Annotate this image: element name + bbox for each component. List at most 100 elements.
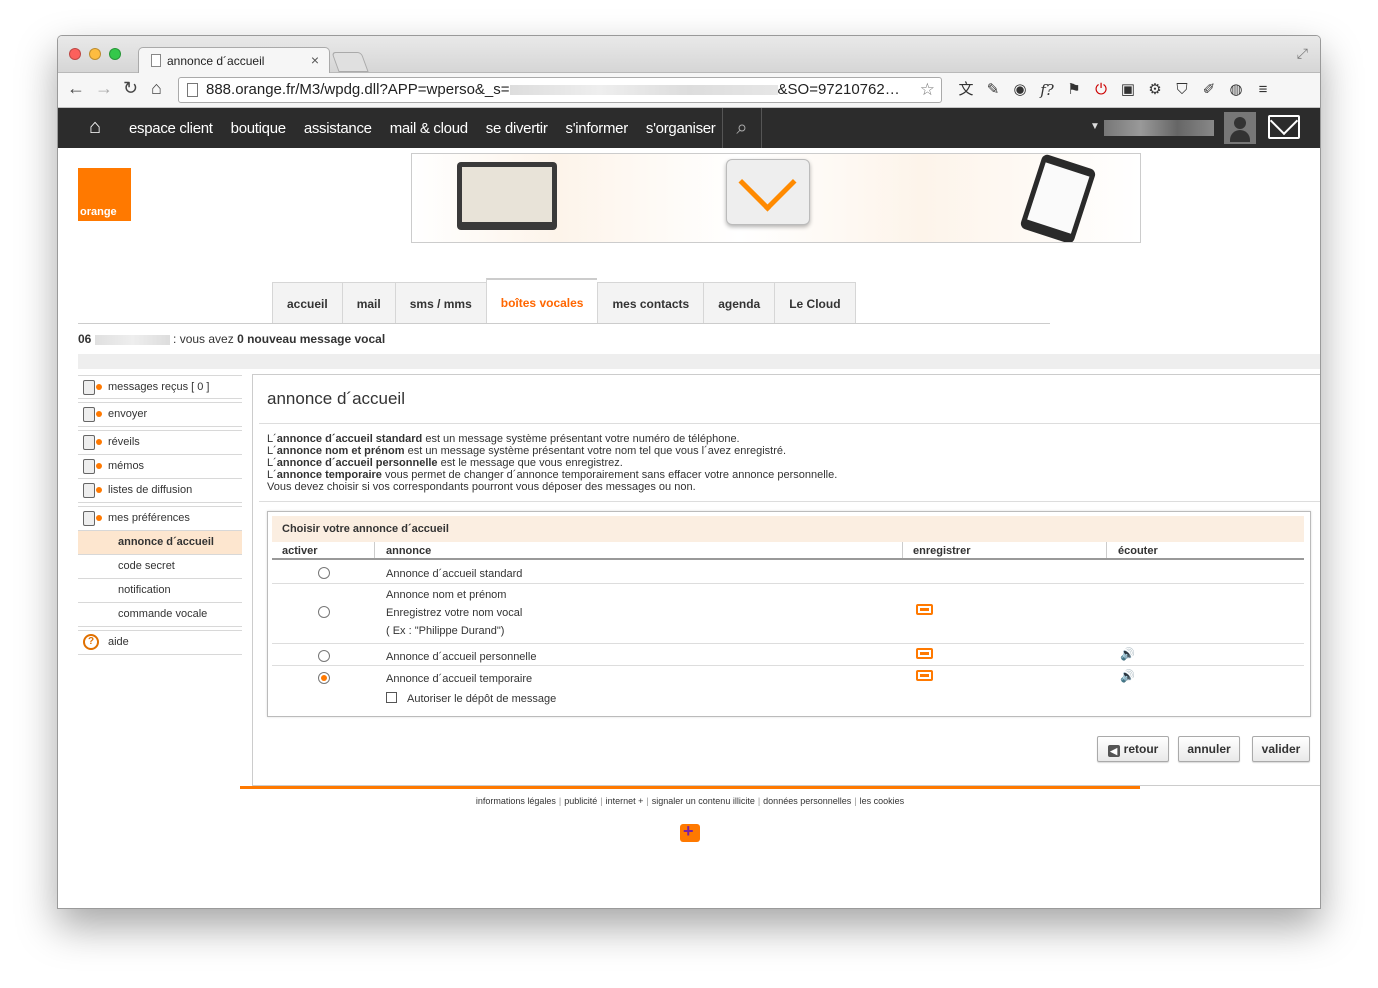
- search-icon[interactable]: ⌕: [722, 108, 762, 148]
- topnav-item[interactable]: assistance: [304, 120, 372, 137]
- radio-temporaire[interactable]: [318, 672, 330, 684]
- radio-nom-prenom[interactable]: [318, 606, 330, 618]
- desc-line: L´annonce nom et prénom est un message s…: [267, 445, 787, 457]
- address-bar[interactable]: 888.orange.fr/M3/wpdg.dll?APP=wperso&_s=…: [178, 77, 942, 103]
- column-header: écouter: [1118, 545, 1158, 557]
- browser-toolbar: ← → ↻ ⌂ 888.orange.fr/M3/wpdg.dll?APP=wp…: [58, 73, 1320, 108]
- close-window-button[interactable]: [69, 48, 81, 60]
- sidebar-subitem-code-secret[interactable]: code secret: [78, 555, 242, 579]
- sidebar-item-envoyer[interactable]: envoyer: [78, 403, 242, 427]
- sidebar-item-mes-preferences[interactable]: mes préférences: [78, 507, 242, 531]
- tab-title: annonce d´accueil: [167, 54, 265, 68]
- topnav-item[interactable]: espace client: [129, 120, 213, 137]
- orange-top-navigation: ⌂ espace client boutique assistance mail…: [58, 108, 1320, 148]
- sidebar-subitem-notification[interactable]: notification: [78, 579, 242, 603]
- sidebar-subitem-annonce-accueil[interactable]: annonce d´accueil: [78, 531, 242, 555]
- page-icon: [187, 83, 198, 97]
- record-icon[interactable]: [916, 648, 933, 659]
- tab-sms-mms[interactable]: sms / mms: [394, 282, 486, 324]
- sidebar-item-memos[interactable]: mémos: [78, 455, 242, 479]
- record-icon[interactable]: [916, 670, 933, 681]
- maximize-window-button[interactable]: [109, 48, 121, 60]
- footer-link[interactable]: données personnelles: [763, 796, 851, 806]
- radio-standard[interactable]: [318, 567, 330, 579]
- greeting-choice-box: Choisir votre annonce d´accueil activer …: [267, 511, 1311, 717]
- column-header: annonce: [386, 545, 432, 557]
- bookmark-star-icon[interactable]: ☆: [920, 80, 935, 100]
- forward-icon[interactable]: →: [95, 78, 113, 99]
- gear-icon[interactable]: ⚙: [1145, 80, 1165, 100]
- new-tab-button[interactable]: [331, 52, 369, 72]
- footer-link[interactable]: publicité: [564, 796, 597, 806]
- pen-icon[interactable]: ✐: [1199, 80, 1219, 100]
- topnav-item[interactable]: mail & cloud: [390, 120, 468, 137]
- extension-icons: 文 ✎ ◉ f? ⚑ ⏻ ▣ ⚙ ⛉ ✐ ◍ ≡: [956, 80, 1273, 100]
- function-icon[interactable]: f?: [1037, 80, 1057, 100]
- topnav-item[interactable]: se divertir: [486, 120, 548, 137]
- tab-accueil[interactable]: accueil: [272, 282, 342, 324]
- tab-boites-vocales[interactable]: boîtes vocales: [485, 278, 598, 324]
- mail-icon[interactable]: [1268, 115, 1300, 139]
- desc-line: L´annonce temporaire vous permet de chan…: [267, 469, 838, 481]
- sidebar-subitem-commande-vocale[interactable]: commande vocale: [78, 603, 242, 627]
- speaker-icon[interactable]: 🔊: [1120, 670, 1135, 682]
- minimize-window-button[interactable]: [89, 48, 101, 60]
- topnav-item[interactable]: s'informer: [566, 120, 629, 137]
- translate-icon[interactable]: 文: [956, 80, 976, 100]
- sidebar-item-reveils[interactable]: réveils: [78, 431, 242, 455]
- shield-icon[interactable]: ⛉: [1172, 80, 1192, 100]
- tab-le-cloud[interactable]: Le Cloud: [774, 282, 856, 324]
- column-header: enregistrer: [913, 545, 971, 557]
- envelope-illustration: [726, 159, 810, 225]
- table-header: activer annonce enregistrer écouter: [272, 542, 1304, 560]
- flag-icon[interactable]: ⚑: [1064, 80, 1084, 100]
- tab-mail[interactable]: mail: [341, 282, 395, 324]
- account-dropdown-icon[interactable]: ▼: [1090, 121, 1100, 132]
- sidebar-item-aide[interactable]: ? aide: [78, 631, 242, 655]
- speaker-icon[interactable]: 🔊: [1120, 648, 1135, 660]
- back-icon[interactable]: ←: [67, 78, 85, 99]
- tab-agenda[interactable]: agenda: [703, 282, 775, 324]
- close-tab-icon[interactable]: ×: [311, 52, 319, 68]
- sidebar-item-listes-diffusion[interactable]: listes de diffusion: [78, 479, 242, 503]
- tab-strip: annonce d´accueil × ⤢: [58, 36, 1320, 73]
- tools-icon: [83, 511, 102, 526]
- footer-link[interactable]: signaler un contenu illicite: [652, 796, 755, 806]
- topnav-item[interactable]: boutique: [231, 120, 286, 137]
- user-avatar-icon[interactable]: [1224, 112, 1256, 144]
- browser-window: annonce d´accueil × ⤢ ← → ↻ ⌂ 888.orange…: [57, 35, 1321, 909]
- sidebar-item-messages-recus[interactable]: messages reçus [ 0 ]: [78, 375, 242, 399]
- retour-button[interactable]: ◀ retour: [1097, 736, 1169, 762]
- topnav-item[interactable]: s'organiser: [646, 120, 716, 137]
- redacted-account-name[interactable]: [1104, 120, 1214, 136]
- phone-speaker-icon: [83, 380, 102, 395]
- browser-tab[interactable]: annonce d´accueil ×: [138, 47, 330, 73]
- home-icon[interactable]: ⌂: [89, 116, 111, 138]
- promo-banner[interactable]: [411, 153, 1141, 243]
- help-icon: ?: [83, 634, 99, 650]
- menu-icon[interactable]: ≡: [1253, 80, 1273, 100]
- topnav-items: espace client boutique assistance mail &…: [129, 108, 734, 148]
- home-icon[interactable]: ⌂: [151, 78, 162, 99]
- tab-mes-contacts[interactable]: mes contacts: [597, 282, 704, 324]
- mask-icon[interactable]: ◉: [1010, 80, 1030, 100]
- allow-message-checkbox[interactable]: [386, 692, 397, 703]
- window-icon[interactable]: ▣: [1118, 80, 1138, 100]
- page-icon: [151, 54, 161, 67]
- radio-personnelle[interactable]: [318, 650, 330, 662]
- record-icon[interactable]: [916, 604, 933, 615]
- eyedropper-icon[interactable]: ✎: [983, 80, 1003, 100]
- stop-icon[interactable]: ⏻: [1091, 80, 1111, 100]
- laptop-illustration: [457, 162, 557, 230]
- valider-button[interactable]: valider: [1252, 736, 1310, 762]
- orange-logo[interactable]: orange: [78, 168, 131, 221]
- footer-link[interactable]: les cookies: [860, 796, 905, 806]
- annuler-button[interactable]: annuler: [1178, 736, 1240, 762]
- net-plus-sur-logo[interactable]: +: [676, 818, 704, 848]
- footer-link[interactable]: informations légales: [476, 796, 556, 806]
- color-wheel-icon[interactable]: ◍: [1226, 80, 1246, 100]
- fullscreen-icon[interactable]: ⤢: [1297, 45, 1308, 62]
- reload-icon[interactable]: ↻: [123, 78, 138, 99]
- description: L´annonce d´accueil standard est un mess…: [267, 433, 837, 493]
- footer-link[interactable]: internet +: [606, 796, 644, 806]
